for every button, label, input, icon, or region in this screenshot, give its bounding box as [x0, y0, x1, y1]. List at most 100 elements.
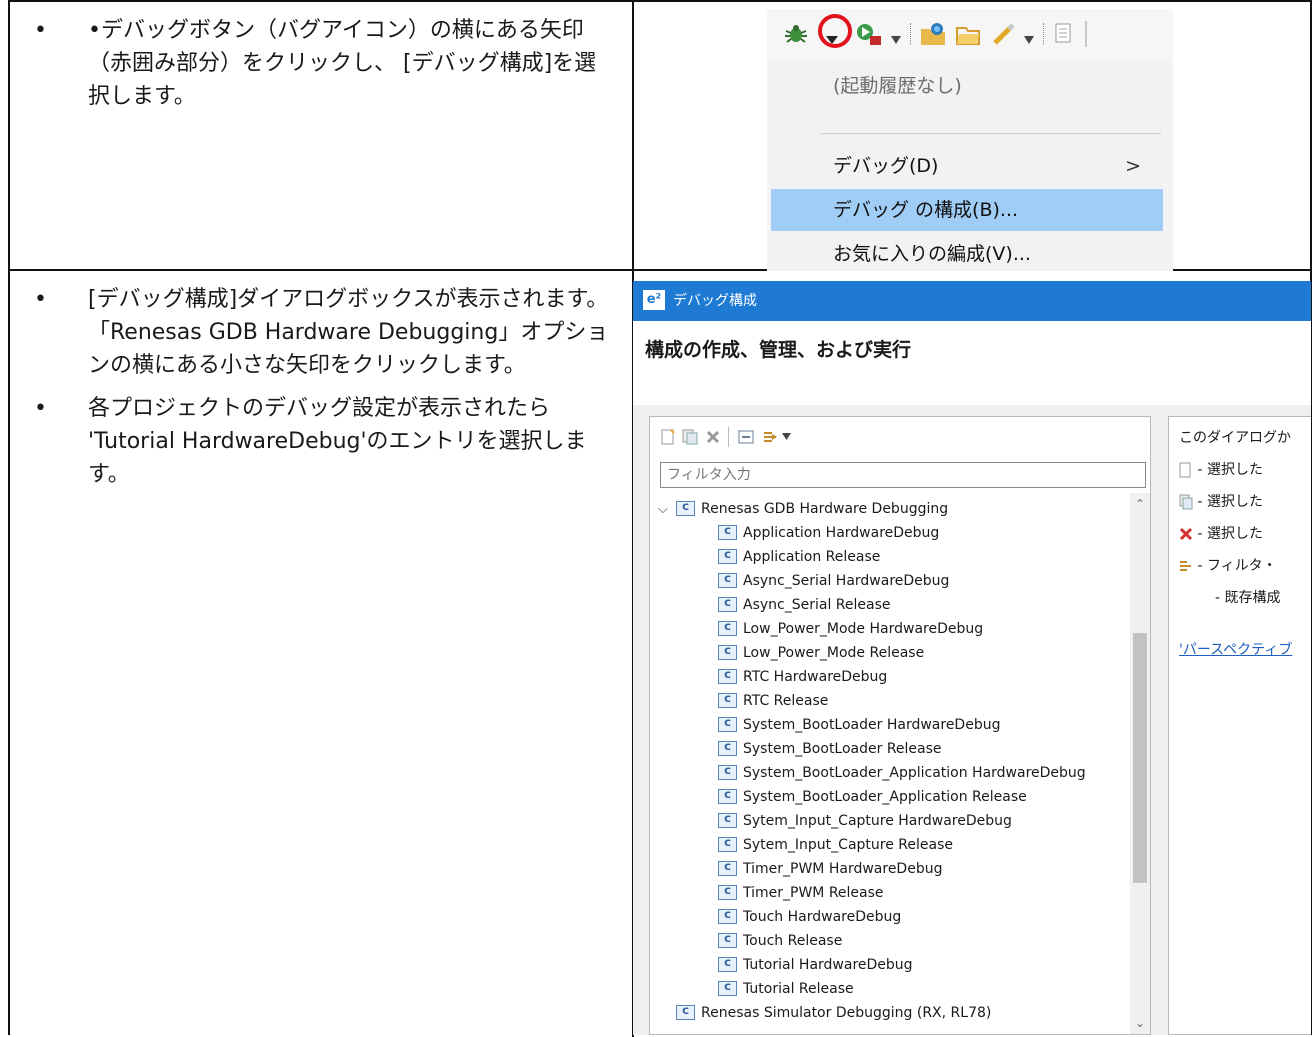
config-icon: C — [718, 860, 737, 876]
help-duplicate-line: - 選択した — [1179, 491, 1263, 513]
tree-item[interactable]: C Timer_PWM HardwareDebug — [718, 857, 942, 881]
row1-bullet-1: •デバッグボタン（バグアイコン）の横にある矢印（赤囲み部分）をクリックし、 [デ… — [28, 14, 618, 113]
menu-item-organize-favorites[interactable]: お気に入りの編成(V)... — [771, 233, 1163, 271]
help-existing-line: - 既存構成 — [1215, 590, 1281, 606]
scroll-up-arrow-icon[interactable]: ⌃ — [1130, 497, 1150, 511]
config-toolbar-separator — [728, 427, 729, 447]
tree-item-label: Sytem_Input_Capture HardwareDebug — [743, 813, 1012, 829]
tree-item[interactable]: C Sytem_Input_Capture HardwareDebug — [718, 809, 1012, 833]
run-dropdown-arrow-icon[interactable] — [890, 27, 902, 53]
bug-icon[interactable] — [783, 21, 809, 47]
tree-item-label: Async_Serial HardwareDebug — [743, 573, 950, 589]
config-icon: C — [718, 836, 737, 852]
menu-item-debug[interactable]: デバッグ(D) > — [771, 145, 1163, 187]
tree-item[interactable]: C RTC Release — [718, 689, 828, 713]
help-new-text: - 選択した — [1197, 462, 1263, 478]
tree-item[interactable]: C Tutorial HardwareDebug — [718, 953, 913, 977]
config-type-icon: C — [676, 500, 695, 516]
folder-icon[interactable] — [955, 21, 981, 47]
config-icon: C — [718, 668, 737, 684]
filter-input[interactable]: フィルタ入力 — [660, 462, 1146, 488]
tree-item[interactable]: C RTC HardwareDebug — [718, 665, 887, 689]
help-delete-line: - 選択した — [1179, 523, 1263, 545]
tree-item-label: Async_Serial Release — [743, 597, 891, 613]
filter-config-icon[interactable] — [762, 429, 778, 445]
tree-item-label: RTC Release — [743, 693, 829, 709]
dialog-title-bar: e² デバッグ構成 — [633, 281, 1311, 321]
tree-root-simulator-debugging[interactable]: C Renesas Simulator Debugging (RX, RL78) — [676, 1001, 991, 1025]
tree-item-label: Timer_PWM Release — [743, 885, 884, 901]
new-config-icon — [1179, 462, 1191, 478]
tree-item[interactable]: C System_BootLoader HardwareDebug — [718, 713, 1000, 737]
config-icon: C — [718, 644, 737, 660]
help-filter-line: - フィルタ・ — [1179, 555, 1277, 577]
scrollbar-thumb[interactable] — [1133, 633, 1147, 883]
tree-item[interactable]: C Timer_PWM Release — [718, 881, 884, 905]
menu-item-debug-configurations[interactable]: デバッグ の構成(B)... — [771, 189, 1163, 231]
scroll-down-arrow-icon[interactable]: ⌄ — [1130, 1016, 1150, 1030]
config-toolbar — [650, 417, 1150, 455]
tree-item[interactable]: C Touch Release — [718, 929, 842, 953]
tree-root-label: Renesas GDB Hardware Debugging — [701, 501, 949, 517]
duplicate-config-icon[interactable] — [682, 429, 698, 445]
menu-item-debug-label: デバッグ(D) — [833, 155, 939, 177]
perspective-link[interactable]: 'パースペクティブ — [1179, 639, 1292, 661]
wand-dropdown-arrow-icon[interactable] — [1023, 27, 1035, 53]
config-icon: C — [718, 932, 737, 948]
tree-item-label: System_BootLoader Release — [743, 741, 942, 757]
config-icon: C — [718, 692, 737, 708]
tree-item-label: Application Release — [743, 549, 881, 565]
delete-config-icon[interactable] — [705, 429, 721, 445]
tree-root-hardware-debugging[interactable]: ⌵ C Renesas GDB Hardware Debugging — [658, 497, 948, 521]
config-type-icon: C — [676, 1004, 695, 1020]
tree-item-label: Sytem_Input_Capture Release — [743, 837, 953, 853]
open-project-icon[interactable] — [919, 21, 947, 47]
filter-dropdown-arrow-icon[interactable] — [782, 433, 791, 440]
document-icon[interactable] — [1053, 21, 1075, 47]
tree-item[interactable]: C Low_Power_Mode Release — [718, 641, 924, 665]
tree-item[interactable]: C Touch HardwareDebug — [718, 905, 901, 929]
config-icon: C — [718, 572, 737, 588]
tree-item[interactable]: C System_BootLoader_Application HardwareD… — [718, 761, 1086, 785]
e2-studio-logo: e² — [643, 290, 665, 310]
config-icon: C — [718, 956, 737, 972]
config-icon: C — [718, 740, 737, 756]
toolbar-edge — [1085, 21, 1087, 47]
tree-item[interactable]: C System_BootLoader Release — [718, 737, 942, 761]
tree-item-label: Application HardwareDebug — [743, 525, 940, 541]
row1-bullets: •デバッグボタン（バグアイコン）の横にある矢印（赤囲み部分）をクリックし、 [デ… — [28, 14, 618, 123]
new-config-icon[interactable] — [660, 429, 676, 445]
row2-bullet-1: [デバッグ構成]ダイアログボックスが表示されます。 「Renesas GDB H… — [28, 283, 618, 382]
config-icon: C — [718, 524, 737, 540]
help-new-line: - 選択した — [1179, 459, 1263, 481]
tree-item-label: Tutorial Release — [743, 981, 854, 997]
column-divider — [632, 2, 634, 269]
wand-icon[interactable] — [991, 21, 1017, 47]
tree-item[interactable]: C System_BootLoader_Application Release — [718, 785, 1027, 809]
config-icon: C — [718, 884, 737, 900]
toolbar — [767, 9, 1173, 59]
tree-item[interactable]: C Application HardwareDebug — [718, 521, 939, 545]
dialog-header: 構成の作成、管理、および実行 — [633, 321, 1311, 405]
tree-item[interactable]: C Application Release — [718, 545, 880, 569]
help-pane: このダイアログか - 選択した - 選択した - 選択した - フィルタ・ - … — [1168, 416, 1311, 1035]
tree-item[interactable]: C Sytem_Input_Capture Release — [718, 833, 953, 857]
tree-item-label: System_BootLoader_Application Release — [743, 789, 1027, 805]
help-filter-text: - フィルタ・ — [1197, 558, 1277, 574]
collapse-all-icon[interactable] — [738, 429, 754, 445]
config-icon: C — [718, 548, 737, 564]
tree-item-label: RTC HardwareDebug — [743, 669, 888, 685]
tree-item[interactable]: C Async_Serial Release — [718, 593, 891, 617]
tree-item[interactable]: C Tutorial Release — [718, 977, 854, 1001]
tree-item[interactable]: C Low_Power_Mode HardwareDebug — [718, 617, 983, 641]
help-intro: このダイアログか — [1179, 430, 1291, 446]
run-icon[interactable] — [855, 21, 883, 47]
expand-chevron-icon[interactable]: ⌵ — [658, 498, 676, 522]
duplicate-config-icon — [1179, 494, 1193, 510]
toolbar-separator — [1043, 23, 1045, 45]
config-icon: C — [718, 908, 737, 924]
tree-item[interactable]: C Async_Serial HardwareDebug — [718, 569, 949, 593]
config-icon: C — [718, 788, 737, 804]
toolbar-menu-screenshot: (起動履歴なし) デバッグ(D) > デバッグ の構成(B)... お気に入りの… — [767, 9, 1173, 271]
tree-scrollbar[interactable]: ⌃ ⌄ — [1130, 493, 1150, 1034]
